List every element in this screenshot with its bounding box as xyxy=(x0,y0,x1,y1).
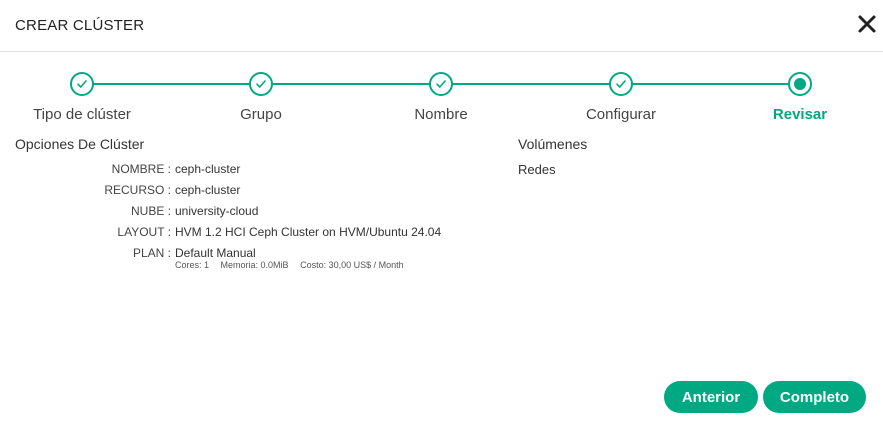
review-label: NOMBRE : xyxy=(111,162,171,176)
plan-cores: Cores: 1 xyxy=(175,260,210,270)
dialog-title: CREAR CLÚSTER xyxy=(15,17,145,34)
previous-button[interactable]: Anterior xyxy=(664,381,758,413)
plan-cost: Costo: 30,00 US$ / Month xyxy=(300,260,404,270)
review-row-name: NOMBRE : ceph-cluster xyxy=(0,162,480,178)
plan-memory: Memoria: 0.0MiB xyxy=(220,260,289,270)
step-label: Configurar xyxy=(585,106,657,123)
review-value: ceph-cluster xyxy=(175,183,241,197)
plan-details: Cores: 1 Memoria: 0.0MiB Costo: 30,00 US… xyxy=(175,260,413,270)
complete-button[interactable]: Completo xyxy=(763,381,866,413)
review-label: PLAN : xyxy=(132,246,171,260)
step-nombre[interactable]: Nombre xyxy=(356,70,526,123)
step-tipo-de-cluster[interactable]: Tipo de clúster xyxy=(0,70,167,123)
cluster-options-title: Opciones De Clúster xyxy=(15,136,145,152)
volumes-title: Volúmenes xyxy=(518,136,588,152)
review-row-layout: LAYOUT : HVM 1.2 HCI Ceph Cluster on HVM… xyxy=(0,225,480,241)
review-value: ceph-cluster xyxy=(175,162,241,176)
step-label: Nombre xyxy=(414,106,468,123)
current-step-icon xyxy=(788,72,812,96)
review-label: RECURSO : xyxy=(104,183,171,197)
review-value: Default Manual xyxy=(175,246,256,260)
review-label: NUBE : xyxy=(130,204,171,218)
wizard-stepper: Tipo de clúster Grupo Nombre Configurar … xyxy=(0,70,883,130)
check-icon xyxy=(429,72,453,96)
dialog-header: CREAR CLÚSTER xyxy=(0,0,883,52)
step-label-active: Revisar xyxy=(772,106,828,123)
check-icon xyxy=(70,72,94,96)
check-icon xyxy=(609,72,633,96)
step-label: Tipo de clúster xyxy=(33,106,131,123)
review-value: HVM 1.2 HCI Ceph Cluster on HVM/Ubuntu 2… xyxy=(175,225,442,239)
step-grupo[interactable]: Grupo xyxy=(176,70,346,123)
step-label: Grupo xyxy=(240,106,282,123)
review-label: LAYOUT : xyxy=(117,225,171,239)
review-row-resource: RECURSO : ceph-cluster xyxy=(0,183,480,199)
review-row-cloud: NUBE : university-cloud xyxy=(0,204,480,220)
close-icon[interactable] xyxy=(856,13,878,35)
step-configurar[interactable]: Configurar xyxy=(536,70,706,123)
step-revisar[interactable]: Revisar xyxy=(715,70,883,123)
review-value: university-cloud xyxy=(175,204,259,218)
networks-title: Redes xyxy=(518,162,556,177)
check-icon xyxy=(249,72,273,96)
